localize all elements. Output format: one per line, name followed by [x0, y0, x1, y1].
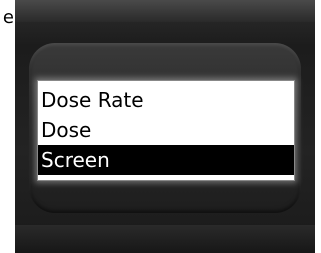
stage: e Dose Rate Dose Screen: [0, 0, 321, 253]
menu-item-screen[interactable]: Screen: [38, 145, 294, 175]
device-body: Dose Rate Dose Screen: [15, 0, 315, 253]
lcd-screen: Dose Rate Dose Screen: [37, 80, 295, 181]
cropped-edge-text: e: [0, 8, 14, 28]
menu-list: Dose Rate Dose Screen: [38, 81, 294, 175]
menu-item-dose-rate[interactable]: Dose Rate: [38, 85, 294, 115]
menu-item-dose[interactable]: Dose: [38, 115, 294, 145]
edge-text-fragment: e: [2, 8, 14, 28]
device-lower-panel: [15, 225, 315, 253]
device-top-edge: [15, 0, 315, 22]
